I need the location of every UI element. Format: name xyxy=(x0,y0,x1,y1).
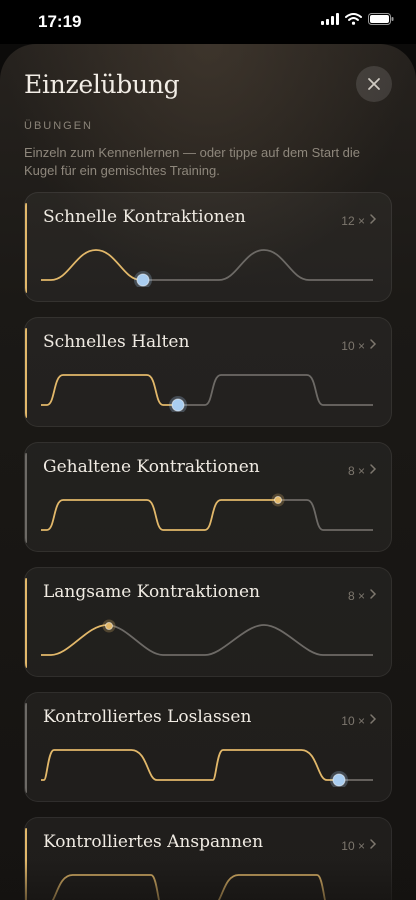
status-time: 17:19 xyxy=(38,12,82,31)
exercise-title: Kontrolliertes Anspannen xyxy=(43,832,264,852)
wave-progress-line xyxy=(41,624,109,656)
exercise-title: Schnelles Halten xyxy=(43,332,190,352)
position-dot xyxy=(332,773,346,787)
signal-icon xyxy=(321,13,339,25)
card-accent-bar xyxy=(25,203,27,293)
contraction-wave xyxy=(41,374,373,412)
contraction-wave xyxy=(41,619,373,656)
card-accent-bar xyxy=(25,578,27,668)
contraction-wave xyxy=(51,874,326,900)
exercise-title: Kontrolliertes Loslassen xyxy=(43,707,252,727)
position-dot xyxy=(105,622,113,630)
chevron-right-icon xyxy=(370,214,377,224)
wave-remaining-line xyxy=(278,499,373,531)
section-description: Einzeln zum Kennenlernen — oder tippe au… xyxy=(24,145,361,178)
card-accent-bar xyxy=(25,328,27,418)
status-bar: 17:19 xyxy=(0,0,416,44)
wave-remaining-line xyxy=(143,249,373,281)
exercise-card[interactable]: Schnelle Kontraktionen 12 × xyxy=(24,192,392,302)
wave-remaining-line xyxy=(51,874,326,900)
wave-remaining-line xyxy=(339,779,373,781)
contraction-wave xyxy=(41,749,373,787)
wave-remaining-line xyxy=(109,624,373,656)
repetition-count: 10 × xyxy=(341,839,365,853)
exercise-title: Gehaltene Kontraktionen xyxy=(43,457,260,477)
position-dot xyxy=(136,273,150,287)
chevron-right-icon xyxy=(370,339,377,349)
sheet-title: Einzelübung xyxy=(24,70,180,99)
repetition-count: 8 × xyxy=(347,464,365,478)
exercise-card[interactable]: Langsame Kontraktionen 8 × xyxy=(24,567,392,677)
section-label: ÜBUNGEN xyxy=(24,120,94,132)
card-accent-bar xyxy=(25,453,27,543)
position-dot xyxy=(171,398,185,412)
repetition-count: 8 × xyxy=(347,589,365,603)
wave-progress-line xyxy=(41,749,339,781)
exercise-card[interactable]: Kontrolliertes Anspannen 10 × xyxy=(24,817,392,900)
exercise-title: Schnelle Kontraktionen xyxy=(43,207,246,227)
chevron-right-icon xyxy=(370,839,377,849)
contraction-wave xyxy=(41,493,373,531)
exercise-card[interactable]: Kontrolliertes Loslassen 10 × xyxy=(24,692,392,802)
repetition-count: 10 × xyxy=(341,714,365,728)
battery-icon xyxy=(368,13,394,25)
chevron-right-icon xyxy=(370,589,377,599)
wifi-icon xyxy=(345,13,362,25)
chevron-right-icon xyxy=(370,464,377,474)
wave-progress-line xyxy=(41,249,143,281)
card-accent-bar xyxy=(25,703,27,793)
contraction-wave xyxy=(41,249,373,287)
repetition-count: 12 × xyxy=(341,214,365,228)
close-button[interactable] xyxy=(356,66,392,102)
position-dot xyxy=(274,496,282,504)
exercise-sheet: Einzelübung ÜBUNGEN Einzeln zum Kennenle… xyxy=(0,44,416,900)
wave-progress-line xyxy=(41,499,278,531)
exercise-card[interactable]: Gehaltene Kontraktionen 8 × xyxy=(24,442,392,552)
wave-remaining-line xyxy=(178,374,373,406)
close-icon xyxy=(368,78,380,90)
status-icons xyxy=(321,13,394,25)
exercise-card[interactable]: Schnelles Halten 10 × xyxy=(24,317,392,427)
card-accent-bar xyxy=(25,828,27,900)
exercise-title: Langsame Kontraktionen xyxy=(43,582,260,602)
wave-progress-line xyxy=(41,374,178,406)
chevron-right-icon xyxy=(370,714,377,724)
repetition-count: 10 × xyxy=(341,339,365,353)
